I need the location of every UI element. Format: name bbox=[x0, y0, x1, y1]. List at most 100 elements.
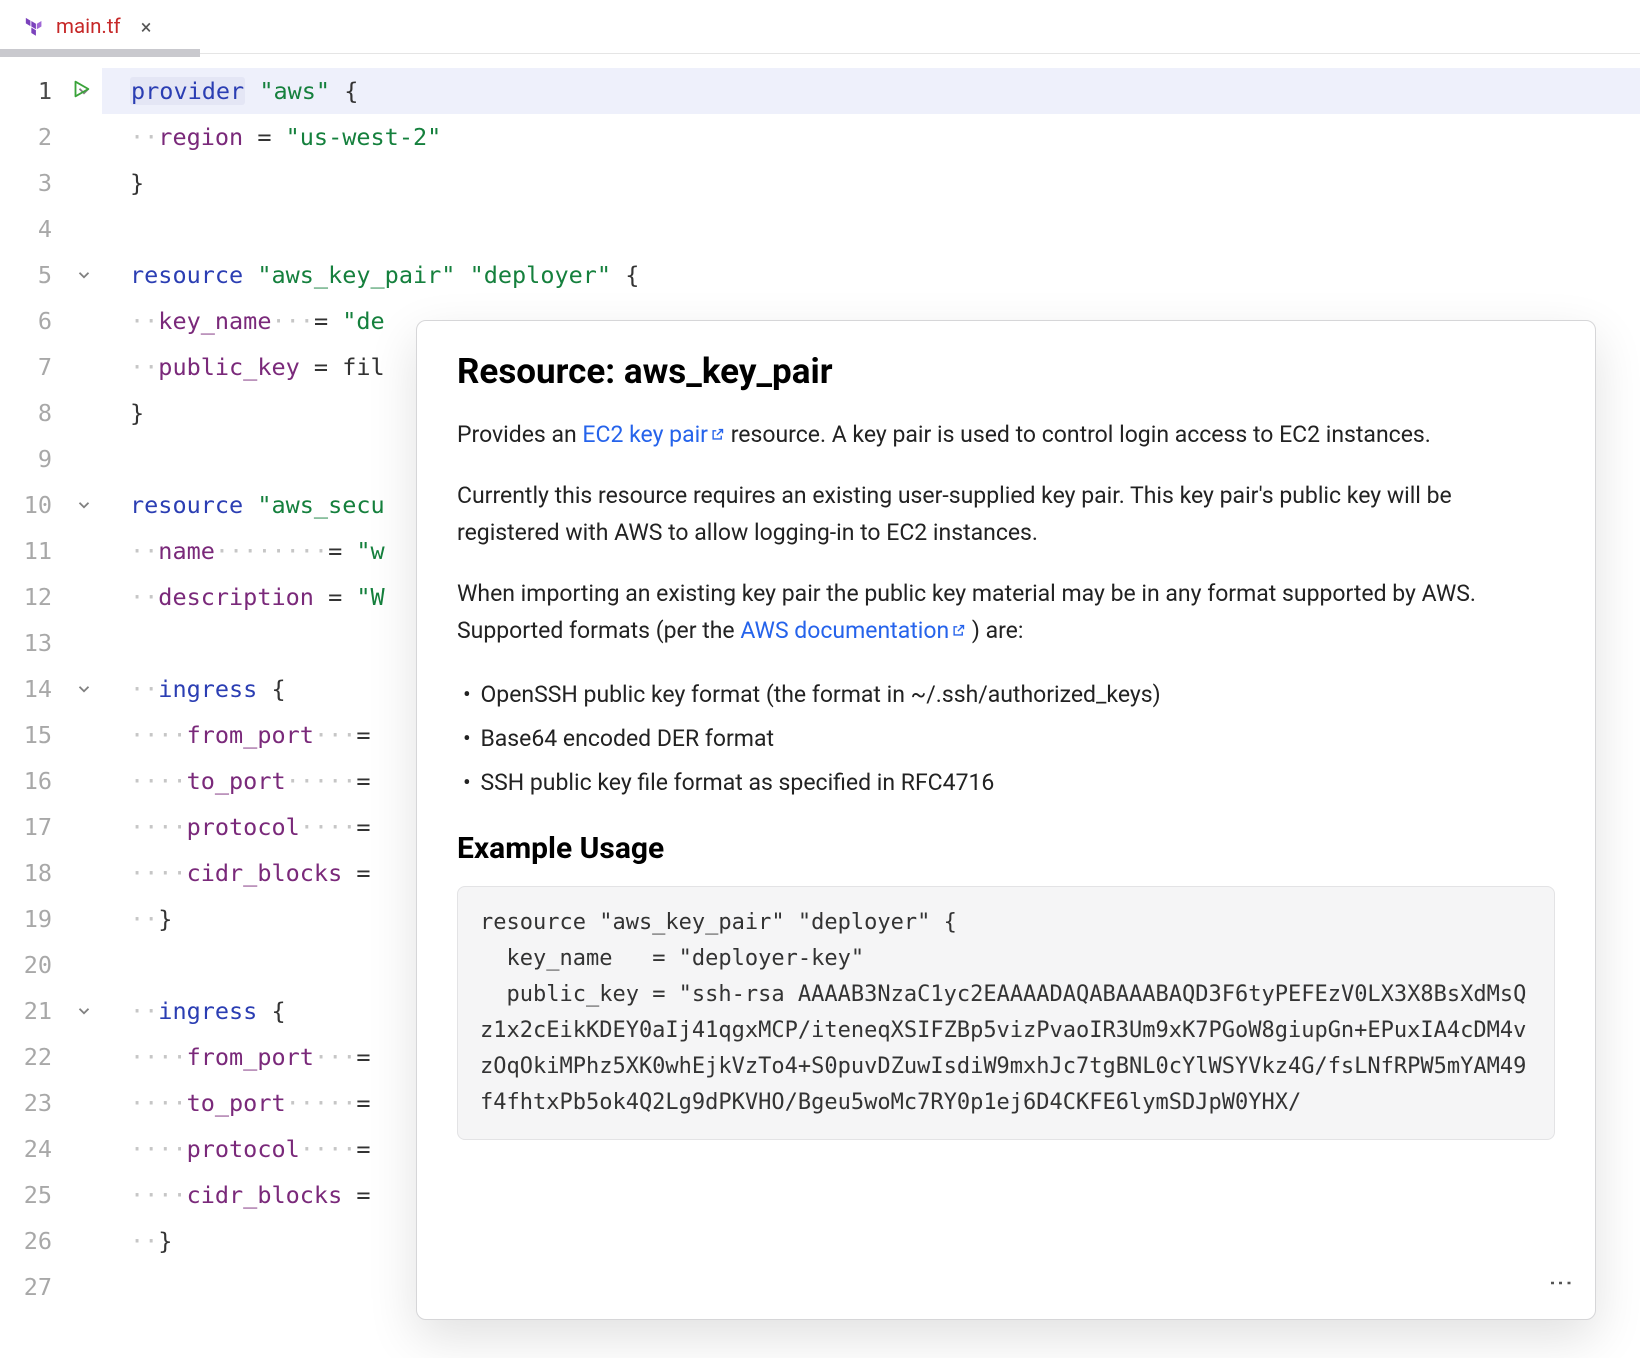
doc-paragraph-3: When importing an existing key pair the … bbox=[457, 575, 1555, 649]
line-number: 11 bbox=[0, 528, 66, 574]
line-number: 14 bbox=[0, 666, 66, 712]
hover-documentation-popover: Resource: aws_key_pair Provides an EC2 k… bbox=[416, 320, 1596, 1320]
token-pun: = bbox=[314, 583, 356, 611]
token-pun: } bbox=[130, 169, 144, 197]
line-number: 25 bbox=[0, 1172, 66, 1218]
token-pun: } bbox=[158, 905, 172, 933]
token-pun: = bbox=[356, 721, 370, 749]
token-pun: { bbox=[257, 675, 285, 703]
close-tab-button[interactable]: × bbox=[137, 15, 156, 39]
token-pun: { bbox=[257, 997, 285, 1025]
code-line[interactable]: } bbox=[102, 160, 1640, 206]
token-ws: ·· bbox=[130, 123, 158, 151]
line-number: 9 bbox=[0, 436, 66, 482]
token-ws: ·· bbox=[130, 353, 158, 381]
doc-code-example: resource "aws_key_pair" "deployer" { key… bbox=[457, 886, 1555, 1140]
line-number: 26 bbox=[0, 1218, 66, 1264]
doc-subheading: Example Usage bbox=[457, 831, 1555, 866]
token-id: to_port bbox=[187, 767, 286, 795]
doc-paragraph-2: Currently this resource requires an exis… bbox=[457, 477, 1555, 551]
token-ws: ··· bbox=[271, 307, 313, 335]
token-pun: = bbox=[356, 1135, 370, 1163]
token-pun: = bbox=[356, 1043, 370, 1071]
token-pun bbox=[243, 261, 257, 289]
doc-bullet: Base64 encoded DER format bbox=[463, 717, 1555, 761]
more-options-button[interactable]: ⋮ bbox=[1543, 1267, 1579, 1301]
token-ws: ·· bbox=[130, 1227, 158, 1255]
doc-bullet-list: OpenSSH public key format (the format in… bbox=[463, 673, 1555, 805]
token-pun: = bbox=[356, 1089, 370, 1117]
token-ws: ···· bbox=[130, 1135, 187, 1163]
token-ws: ···· bbox=[130, 721, 187, 749]
token-ws: ···· bbox=[130, 859, 187, 887]
token-pun: } bbox=[130, 399, 144, 427]
token-pun: = bbox=[243, 123, 285, 151]
code-line[interactable] bbox=[102, 206, 1640, 252]
token-str: "W bbox=[356, 583, 384, 611]
token-pun: = bbox=[314, 307, 342, 335]
line-number: 27 bbox=[0, 1264, 66, 1310]
line-number: 10 bbox=[0, 482, 66, 528]
token-pun: = bbox=[356, 813, 370, 841]
token-ws: ········ bbox=[215, 537, 328, 565]
doc-title: Resource: aws_key_pair bbox=[457, 351, 1555, 392]
token-ws: ·· bbox=[130, 583, 158, 611]
chevron-down-icon[interactable] bbox=[75, 266, 93, 284]
token-ws: ····· bbox=[286, 767, 357, 795]
token-pun: = bbox=[342, 859, 370, 887]
chevron-down-icon[interactable] bbox=[75, 496, 93, 514]
line-number: 22 bbox=[0, 1034, 66, 1080]
token-pun: = bbox=[356, 767, 370, 795]
line-number: 5 bbox=[0, 252, 66, 298]
code-line[interactable]: provider "aws" { bbox=[102, 68, 1640, 114]
line-number: 18 bbox=[0, 850, 66, 896]
token-id: key_name bbox=[158, 307, 271, 335]
fold-column bbox=[66, 54, 102, 1310]
token-ws: ····· bbox=[286, 1089, 357, 1117]
token-pun bbox=[243, 491, 257, 519]
token-ws: ··· bbox=[314, 1043, 356, 1071]
chevron-down-icon[interactable] bbox=[75, 1002, 93, 1020]
doc-paragraph-1: Provides an EC2 key pair resource. A key… bbox=[457, 416, 1555, 453]
doc-bullet: OpenSSH public key format (the format in… bbox=[463, 673, 1555, 717]
token-id: to_port bbox=[187, 1089, 286, 1117]
token-id: cidr_blocks bbox=[187, 859, 343, 887]
token-str: "aws_key_pair" bbox=[257, 261, 455, 289]
aws-documentation-link[interactable]: AWS documentation bbox=[740, 617, 966, 644]
line-number: 7 bbox=[0, 344, 66, 390]
line-number: 20 bbox=[0, 942, 66, 988]
token-kw: provider bbox=[130, 77, 245, 105]
token-kw: resource bbox=[130, 261, 243, 289]
tab-main-tf[interactable]: main.tf × bbox=[0, 0, 173, 53]
token-str: "w bbox=[356, 537, 384, 565]
token-ws: ··· bbox=[314, 721, 356, 749]
token-str: "us-west-2" bbox=[286, 123, 442, 151]
line-number: 4 bbox=[0, 206, 66, 252]
line-number: 24 bbox=[0, 1126, 66, 1172]
token-id: description bbox=[158, 583, 314, 611]
token-ws: ···· bbox=[130, 1181, 187, 1209]
token-ws: ···· bbox=[130, 813, 187, 841]
line-number: 13 bbox=[0, 620, 66, 666]
token-pun bbox=[455, 261, 469, 289]
code-line[interactable]: resource "aws_key_pair" "deployer" { bbox=[102, 252, 1640, 298]
token-pun: = bbox=[328, 537, 356, 565]
code-line[interactable]: ··region = "us-west-2" bbox=[102, 114, 1640, 160]
tab-filename: main.tf bbox=[56, 15, 121, 39]
token-id: protocol bbox=[187, 813, 300, 841]
token-id: from_port bbox=[187, 721, 314, 749]
line-number: 21 bbox=[0, 988, 66, 1034]
token-pun: } bbox=[158, 1227, 172, 1255]
run-icon[interactable] bbox=[70, 78, 92, 100]
token-ws: ···· bbox=[130, 1089, 187, 1117]
token-pun: { bbox=[330, 77, 358, 105]
line-number: 15 bbox=[0, 712, 66, 758]
token-ws: ·· bbox=[130, 997, 158, 1025]
ec2-key-pair-link[interactable]: EC2 key pair bbox=[582, 421, 725, 448]
chevron-down-icon[interactable] bbox=[75, 680, 93, 698]
token-ws: ···· bbox=[300, 813, 357, 841]
external-link-icon bbox=[951, 612, 966, 649]
line-number: 8 bbox=[0, 390, 66, 436]
token-ws: ·· bbox=[130, 905, 158, 933]
line-number: 17 bbox=[0, 804, 66, 850]
